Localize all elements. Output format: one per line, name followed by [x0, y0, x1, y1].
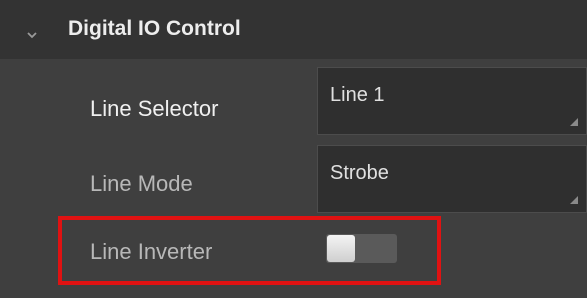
line-mode-value: Strobe [330, 162, 389, 184]
section-header[interactable]: Digital IO Control [0, 0, 587, 59]
chevron-down-icon[interactable] [27, 30, 37, 40]
section-title: Digital IO Control [68, 17, 241, 40]
line-mode-dropdown[interactable]: Strobe [317, 145, 587, 213]
line-inverter-row: Line Inverter [0, 217, 587, 295]
properties-panel: Digital IO Control Line Selector Line 1 … [0, 0, 587, 298]
line-mode-label: Line Mode [90, 171, 193, 196]
line-inverter-toggle[interactable] [326, 234, 397, 263]
line-selector-value: Line 1 [330, 84, 385, 106]
line-mode-row: Line Mode Strobe [0, 139, 587, 217]
toggle-knob[interactable] [327, 235, 355, 262]
line-selector-row: Line Selector Line 1 [0, 59, 587, 137]
line-selector-dropdown[interactable]: Line 1 [317, 67, 587, 135]
dropdown-resize-icon [570, 118, 578, 126]
line-selector-label: Line Selector [90, 96, 219, 121]
dropdown-resize-icon [570, 196, 578, 204]
line-inverter-label: Line Inverter [90, 239, 213, 264]
